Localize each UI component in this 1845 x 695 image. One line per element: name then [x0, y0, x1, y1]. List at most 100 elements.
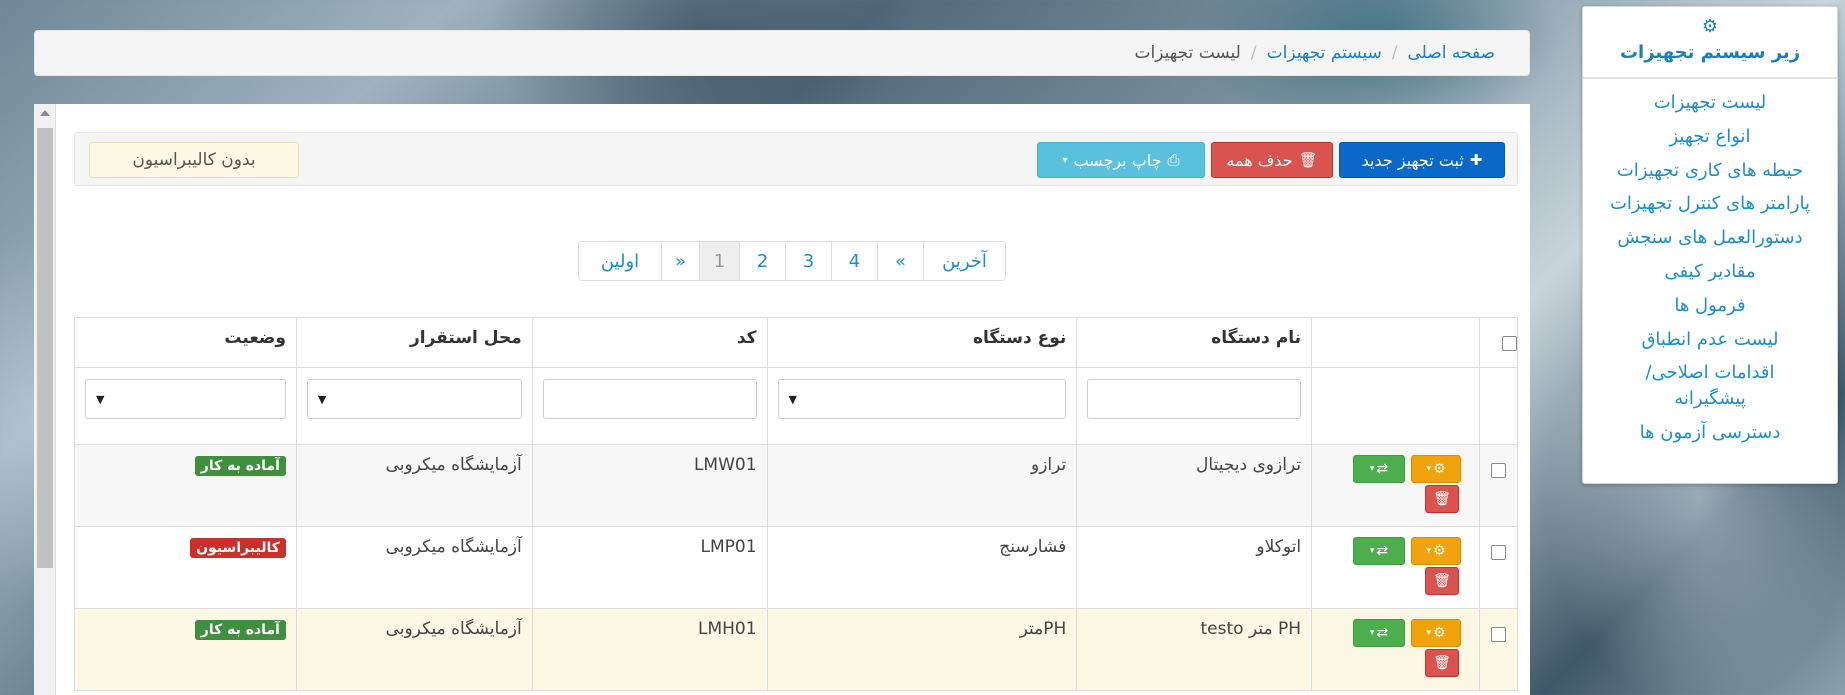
sidebar-item-test-access[interactable]: دسترسی آزمون ها [1583, 415, 1837, 449]
caret-down-icon: ▾ [1062, 154, 1068, 166]
status-badge: کالیبراسیون [190, 538, 286, 558]
pagination-prev[interactable]: « [877, 242, 923, 280]
filter-select-cell [1479, 367, 1518, 445]
row-delete-button[interactable]: 🗑 [1425, 567, 1460, 595]
scroll-up-arrow-icon[interactable] [40, 110, 50, 116]
filter-location-cell: ▼ [295, 367, 533, 445]
sidebar-item-measurement-procedures[interactable]: دستورالعمل های سنجش [1583, 220, 1837, 254]
status-badge: آماده به کار [194, 620, 286, 640]
row-device-type: PHمتر [766, 608, 1078, 691]
location-filter-select[interactable]: ▼ [306, 379, 522, 419]
pagination-page-1[interactable]: 1 [699, 242, 739, 280]
header-device-type[interactable]: نوع دستگاه [766, 317, 1078, 368]
row-swap-button[interactable]: ⇄ ▾ [1353, 537, 1406, 565]
status-badge: آماده به کار [194, 456, 286, 476]
row-delete-button[interactable]: 🗑 [1425, 649, 1460, 677]
trash-icon: 🗑 [1433, 573, 1451, 589]
header-status[interactable]: وضعیت [74, 317, 297, 368]
gear-icon: ⚙ [1433, 461, 1446, 477]
header-device-name[interactable]: نام دستگاه [1076, 317, 1313, 368]
sidebar-item-equipment-list[interactable]: لیست تجهیزات [1583, 85, 1837, 119]
row-settings-button[interactable]: ⚙ ▾ [1411, 455, 1462, 483]
device-name-filter-input[interactable] [1087, 379, 1302, 419]
device-type-filter-select[interactable]: ▼ [777, 379, 1067, 419]
pagination-page-2[interactable]: 2 [739, 242, 785, 280]
new-equipment-button[interactable]: ✚ ثبت تجهیز جدید [1339, 142, 1505, 178]
no-calibration-button[interactable]: بدون کالیبراسیون [89, 142, 299, 178]
row-checkbox[interactable] [1491, 463, 1506, 478]
row-code: LMH01 [531, 608, 768, 691]
row-location: آزمایشگاه میکروبی [295, 608, 533, 691]
caret-down-icon: ▾ [1426, 628, 1431, 638]
table-filter-row: ▼ ▼ ▼ [74, 367, 1518, 445]
caret-down-icon: ▼ [317, 392, 327, 406]
sidebar-item-corrective-actions[interactable]: اقدامات اصلاحی/ پیشگیرانه [1583, 356, 1837, 415]
scroll-thumb[interactable] [37, 128, 53, 568]
sidebar-item-quality-values[interactable]: مقادیر کیفی [1583, 254, 1837, 288]
row-select-cell [1479, 526, 1518, 609]
pagination-next[interactable]: » [661, 242, 699, 280]
row-swap-button[interactable]: ⇄ ▾ [1353, 455, 1406, 483]
row-device-name: ترازوی دیجیتال [1076, 444, 1313, 527]
row-code: LMW01 [531, 444, 768, 527]
pagination-page-4[interactable]: 4 [831, 242, 877, 280]
caret-down-icon: ▾ [1369, 464, 1375, 474]
row-swap-button[interactable]: ⇄ ▾ [1353, 619, 1406, 647]
swap-icon: ⇄ [1376, 625, 1389, 641]
gear-icon: ⚙ [1433, 625, 1446, 641]
row-actions-cell: ⚙ ▾ ⇄ ▾ 🗑 [1311, 526, 1481, 609]
table-row: ⚙ ▾ ⇄ ▾ 🗑 ترازوی دیجیتال ترازو LMW01 آزمای… [74, 444, 1518, 527]
pagination-page-3[interactable]: 3 [785, 242, 831, 280]
row-device-name: اتوکلاو [1076, 526, 1313, 609]
header-code[interactable]: کد [531, 317, 768, 368]
sidebar-item-equipment-types[interactable]: انواع تجهیز [1583, 119, 1837, 153]
breadcrumb-home[interactable]: صفحه اصلی [1408, 43, 1495, 63]
status-filter-select[interactable]: ▼ [85, 379, 286, 419]
row-code: LMP01 [531, 526, 768, 609]
header-location[interactable]: محل استقرار [295, 317, 533, 368]
code-filter-input[interactable] [542, 379, 757, 419]
row-device-name: PH متر testo [1076, 608, 1313, 691]
print-label-button[interactable]: ⎙ چاپ برچسب ▾ [1037, 142, 1205, 178]
row-checkbox[interactable] [1491, 627, 1506, 642]
plus-icon: ✚ [1469, 151, 1483, 169]
row-settings-button[interactable]: ⚙ ▾ [1411, 537, 1462, 565]
filter-type-cell: ▼ [766, 367, 1078, 445]
sidebar-item-nonconformity-list[interactable]: لیست عدم انطباق [1583, 322, 1837, 356]
row-status-cell: آماده به کار [74, 608, 297, 691]
row-status-cell: کالیبراسیون [74, 526, 297, 609]
caret-down-icon: ▾ [1426, 546, 1431, 556]
equipment-table: نام دستگاه نوع دستگاه کد محل استقرار وضع… [74, 317, 1518, 691]
row-select-cell [1479, 608, 1518, 691]
scrollbar[interactable] [34, 104, 56, 695]
filter-name-cell [1076, 367, 1313, 445]
sidebar-item-control-parameters[interactable]: پارامتر های کنترل تجهیزات [1583, 187, 1837, 220]
filter-status-cell: ▼ [74, 367, 297, 445]
row-actions: ⚙ ▾ ⇄ ▾ 🗑 [1349, 537, 1469, 607]
sidebar-title: زیر سیستم تجهیزات [1619, 42, 1801, 63]
breadcrumb-section[interactable]: سیستم تجهیزات [1267, 43, 1382, 63]
row-status-cell: آماده به کار [74, 444, 297, 527]
row-checkbox[interactable] [1491, 545, 1506, 560]
table-row: ⚙ ▾ ⇄ ▾ 🗑 PH متر testo PHمتر LMH01 آزمایشگ… [74, 608, 1518, 691]
pagination: اولین » 1 2 3 4 « آخرین [578, 241, 1006, 281]
sidebar-item-work-scopes[interactable]: حیطه های کاری تجهیزات [1583, 153, 1837, 187]
table-header-row: نام دستگاه نوع دستگاه کد محل استقرار وضع… [74, 317, 1518, 368]
caret-down-icon: ▾ [1369, 546, 1375, 556]
pagination-last[interactable]: آخرین [923, 242, 1005, 280]
trash-icon: 🗑 [1433, 655, 1451, 671]
row-settings-button[interactable]: ⚙ ▾ [1411, 619, 1462, 647]
delete-all-button[interactable]: 🗑 حذف همه [1211, 142, 1333, 178]
sidebar-menu: لیست تجهیزات انواع تجهیز حیطه های کاری ت… [1583, 79, 1837, 449]
pagination-first[interactable]: اولین [579, 242, 661, 280]
caret-down-icon: ▾ [1369, 628, 1375, 638]
select-all-checkbox[interactable] [1502, 336, 1517, 351]
row-device-type: فشارسنج [766, 526, 1078, 609]
header-select-cell [1479, 317, 1518, 368]
row-actions: ⚙ ▾ ⇄ ▾ 🗑 [1349, 455, 1469, 525]
row-delete-button[interactable]: 🗑 [1425, 485, 1460, 513]
caret-down-icon: ▼ [96, 392, 105, 406]
sidebar-item-formulas[interactable]: فرمول ها [1583, 288, 1837, 322]
toolbar: ✚ ثبت تجهیز جدید 🗑 حذف همه ⎙ چاپ برچسب ▾… [74, 132, 1518, 186]
caret-down-icon: ▾ [1426, 464, 1431, 474]
